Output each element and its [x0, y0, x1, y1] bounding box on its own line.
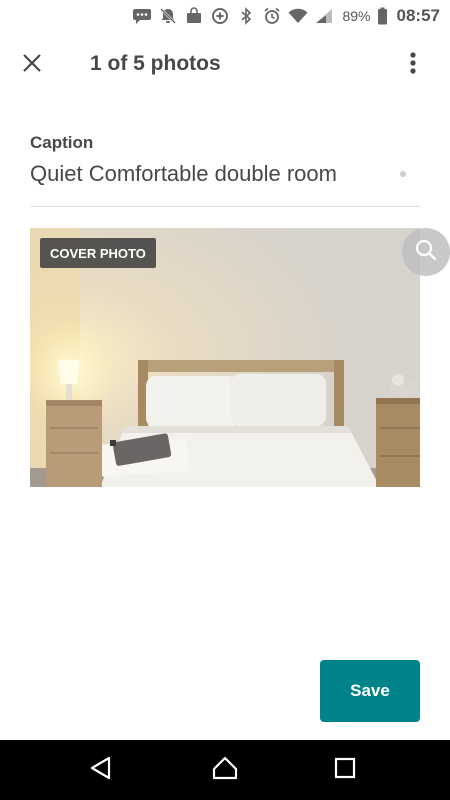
data-saver-icon [210, 6, 230, 26]
caption-label: Caption [30, 133, 94, 152]
caption-field-row [30, 155, 420, 207]
zoom-button[interactable] [402, 228, 450, 276]
clock: 08:57 [396, 6, 440, 25]
message-icon [132, 6, 152, 26]
battery-icon [377, 6, 389, 26]
save-button[interactable]: Save [320, 660, 420, 722]
caption-dot-indicator [400, 171, 406, 177]
cover-photo-badge: COVER PHOTO [40, 238, 156, 268]
caption-input[interactable] [30, 157, 390, 191]
alarm-icon [262, 6, 282, 26]
close-icon [22, 53, 42, 78]
more-vert-icon [410, 51, 416, 79]
more-options-button[interactable] [398, 50, 428, 80]
page-title: 1 of 5 photos [90, 52, 221, 75]
system-navigation-bar [0, 740, 450, 800]
back-icon [90, 756, 112, 785]
signal-icon [314, 6, 334, 26]
notifications-off-icon [158, 6, 178, 26]
close-button[interactable] [22, 50, 62, 80]
recents-icon [334, 757, 356, 784]
wifi-icon [288, 6, 308, 26]
back-button[interactable] [84, 755, 118, 785]
battery-percentage: 89% [342, 8, 371, 24]
shopping-bag-icon [184, 6, 204, 26]
recents-button[interactable] [328, 755, 362, 785]
search-icon [414, 238, 438, 267]
status-bar: 89% 08:57 [0, 0, 450, 32]
app-bar: 1 of 5 photos [0, 36, 450, 94]
bluetooth-icon [236, 6, 256, 26]
home-icon [212, 756, 238, 785]
home-button[interactable] [208, 755, 242, 785]
